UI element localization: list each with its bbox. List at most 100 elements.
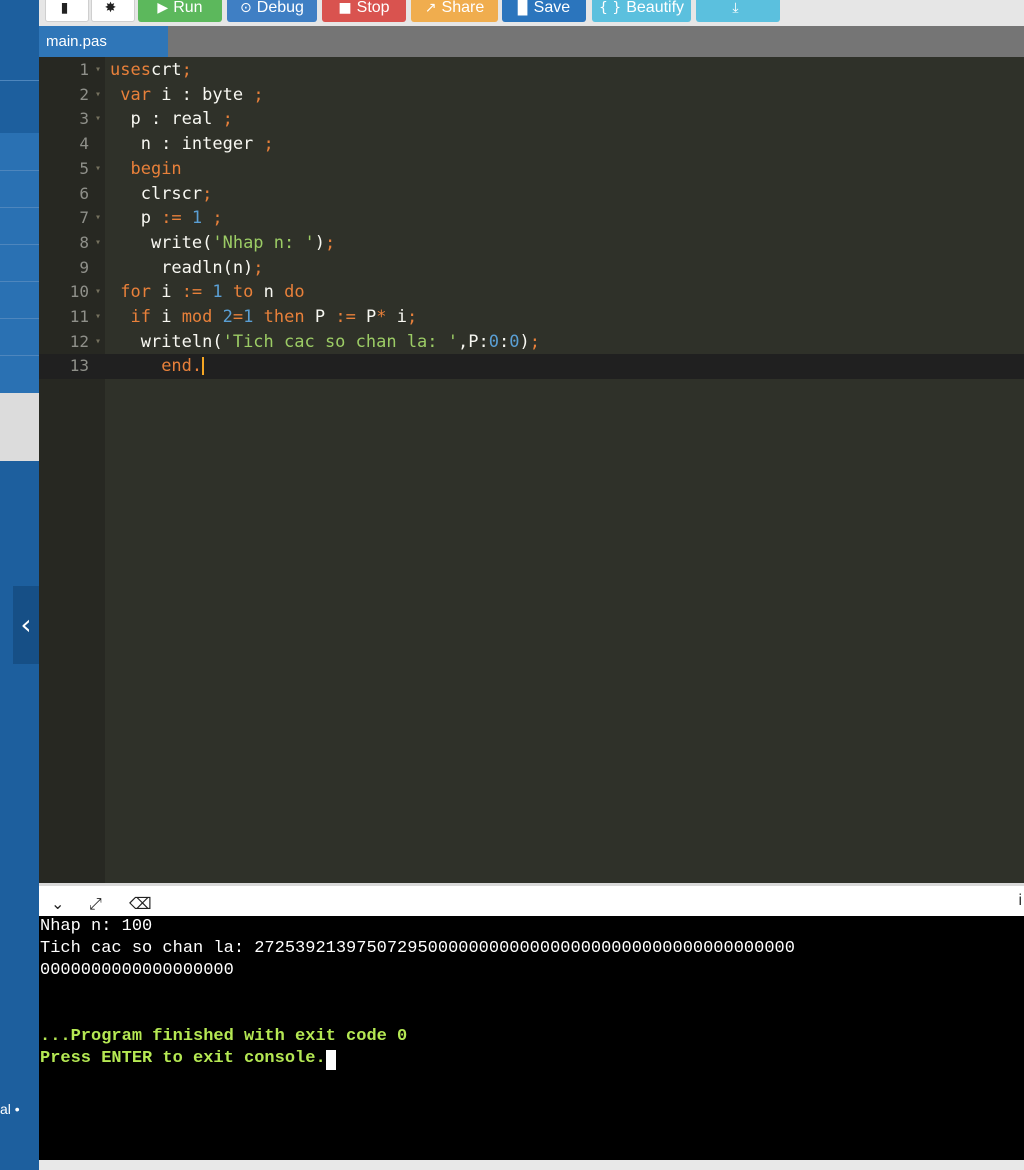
console-line: Press ENTER to exit console. bbox=[40, 1048, 336, 1070]
file-icon: ▮ bbox=[60, 0, 69, 16]
run-button[interactable]: ▶ Run bbox=[138, 0, 222, 22]
code-token: i bbox=[150, 282, 182, 303]
code-token: ; bbox=[202, 183, 213, 204]
fold-toggle-icon[interactable]: ▾ bbox=[95, 107, 101, 132]
code-token: var bbox=[120, 84, 151, 105]
console-line-text: Tich cac so chan la: 2725392139750729500… bbox=[40, 939, 795, 958]
code-line[interactable]: 8 ▾ write('Nhap n: '); bbox=[39, 231, 1024, 256]
download-button[interactable]: ⤓ bbox=[696, 0, 780, 22]
run-button-label: Run bbox=[173, 0, 203, 16]
console-line-text: ...Program finished with exit code 0 bbox=[40, 1027, 408, 1046]
code-line[interactable]: 11 ▾ if i mod 2=1 then P := P* i; bbox=[39, 305, 1024, 330]
code-token: ; bbox=[253, 84, 264, 105]
code-token: : bbox=[498, 331, 510, 352]
fold-toggle-icon[interactable]: ▾ bbox=[95, 231, 101, 256]
debug-icon: ⊙ bbox=[240, 0, 252, 16]
clear-console-icon[interactable]: ⌫ bbox=[129, 894, 152, 913]
code-token: 2 bbox=[222, 307, 233, 327]
code-line[interactable]: 1 ▾ usescrt; bbox=[39, 58, 1024, 83]
code-token: P bbox=[355, 307, 377, 327]
code-token: end. bbox=[161, 356, 203, 377]
gutter-cell: 10 ▾ bbox=[39, 280, 105, 305]
code-line[interactable]: 2 ▾ var i : byte ; bbox=[39, 83, 1024, 108]
fold-toggle-icon[interactable]: ▾ bbox=[95, 157, 101, 182]
code-line[interactable]: 10 ▾ for i := 1 to n do bbox=[39, 280, 1024, 305]
share-icon: ↗ bbox=[424, 0, 437, 16]
sidebar-divider bbox=[0, 281, 39, 282]
debug-button[interactable]: ⊙ Debug bbox=[227, 0, 317, 22]
text-cursor bbox=[202, 357, 205, 376]
stop-icon: ■ bbox=[338, 0, 352, 16]
code-token: ) bbox=[519, 331, 530, 352]
save-button-label: Save bbox=[533, 0, 571, 16]
code-token: ,P: bbox=[458, 331, 489, 352]
share-button[interactable]: ↗ Share bbox=[411, 0, 498, 22]
expand-icon[interactable]: ⤢ bbox=[89, 894, 102, 914]
line-number: 6 bbox=[79, 183, 89, 203]
fold-toggle-icon[interactable]: ▾ bbox=[95, 58, 101, 83]
stop-button[interactable]: ■ Stop bbox=[322, 0, 406, 22]
console-line-text: Press ENTER to exit console. bbox=[40, 1049, 326, 1068]
line-number: 10 bbox=[69, 282, 89, 302]
new-file-button[interactable]: ▮ bbox=[45, 0, 89, 22]
gutter-cell: 3 ▾ bbox=[39, 107, 105, 132]
code-token: := bbox=[161, 208, 182, 229]
console-line-text: 0000000000000000000 bbox=[40, 961, 234, 980]
console-line: Nhap n: 100 bbox=[40, 916, 152, 938]
code-token: := bbox=[181, 282, 203, 303]
braces-icon: { } bbox=[598, 0, 622, 16]
code-token: ; bbox=[212, 208, 223, 229]
sidebar-divider bbox=[0, 318, 39, 319]
code-line[interactable]: 9 readln(n); bbox=[39, 256, 1024, 281]
code-line[interactable]: 6 clrscr; bbox=[39, 182, 1024, 207]
line-number: 5 bbox=[79, 158, 89, 178]
code-line[interactable]: 4 n : integer ; bbox=[39, 132, 1024, 157]
code-token: i : byte bbox=[150, 84, 254, 105]
console-line: Tich cac so chan la: 2725392139750729500… bbox=[40, 938, 795, 960]
code-text: var i : byte ; bbox=[110, 83, 264, 108]
fold-toggle-icon[interactable]: ▾ bbox=[95, 305, 101, 330]
fold-toggle-icon[interactable]: ▾ bbox=[95, 83, 101, 108]
fold-toggle-icon[interactable]: ▾ bbox=[95, 330, 101, 355]
code-text: n : integer ; bbox=[110, 132, 274, 157]
file-tab-bar: main.pas bbox=[39, 26, 1024, 57]
code-text: end. bbox=[110, 354, 205, 379]
code-token: 'Tich cac so chan la: ' bbox=[222, 331, 458, 352]
code-line[interactable]: 7 ▾ p := 1 ; bbox=[39, 206, 1024, 231]
debug-button-label: Debug bbox=[256, 0, 304, 16]
line-number: 2 bbox=[79, 84, 89, 104]
sidebar-selected-item[interactable] bbox=[0, 393, 39, 461]
sidebar-divider bbox=[0, 170, 39, 171]
save-button[interactable]: ▉ Save bbox=[502, 0, 586, 22]
code-line[interactable]: 3 ▾ p : real ; bbox=[39, 107, 1024, 132]
code-text: write('Nhap n: '); bbox=[110, 231, 335, 256]
code-token: writeln( bbox=[110, 331, 223, 352]
sidebar-collapse-button[interactable]: ‹ bbox=[13, 586, 39, 664]
tab-main-pas[interactable]: main.pas bbox=[39, 26, 168, 57]
code-text: readln(n); bbox=[110, 256, 263, 281]
code-line[interactable]: 12 ▾ writeln('Tich cac so chan la: ',P:0:… bbox=[39, 330, 1024, 355]
code-line[interactable]: 13 end. bbox=[39, 354, 1024, 380]
fold-toggle-icon[interactable]: ▾ bbox=[95, 206, 101, 231]
settings-button[interactable]: ✸ bbox=[91, 0, 135, 22]
code-line[interactable]: 5 ▾ begin bbox=[39, 157, 1024, 182]
gutter-cell: 7 ▾ bbox=[39, 206, 105, 231]
bottom-strip bbox=[39, 1160, 1024, 1170]
gutter-cell: 11 ▾ bbox=[39, 305, 105, 330]
code-token: 1 bbox=[212, 282, 223, 303]
code-token: ; bbox=[529, 331, 540, 352]
sidebar-divider bbox=[0, 80, 39, 81]
gutter-cell: 2 ▾ bbox=[39, 83, 105, 108]
code-token: begin bbox=[130, 158, 182, 179]
fold-toggle-icon[interactable]: ▾ bbox=[95, 280, 101, 305]
chevron-down-icon[interactable]: ⌄ bbox=[51, 894, 64, 913]
code-token: i bbox=[150, 307, 182, 327]
code-token: then bbox=[263, 307, 305, 327]
console-output[interactable]: Nhap n: 100 Tich cac so chan la: 27253921… bbox=[39, 916, 1024, 1160]
code-editor[interactable]: 1 ▾ usescrt; 2 ▾ var i : byte ; 3 ▾ p : real ;… bbox=[39, 57, 1024, 883]
beautify-button[interactable]: { } Beautify bbox=[592, 0, 691, 22]
